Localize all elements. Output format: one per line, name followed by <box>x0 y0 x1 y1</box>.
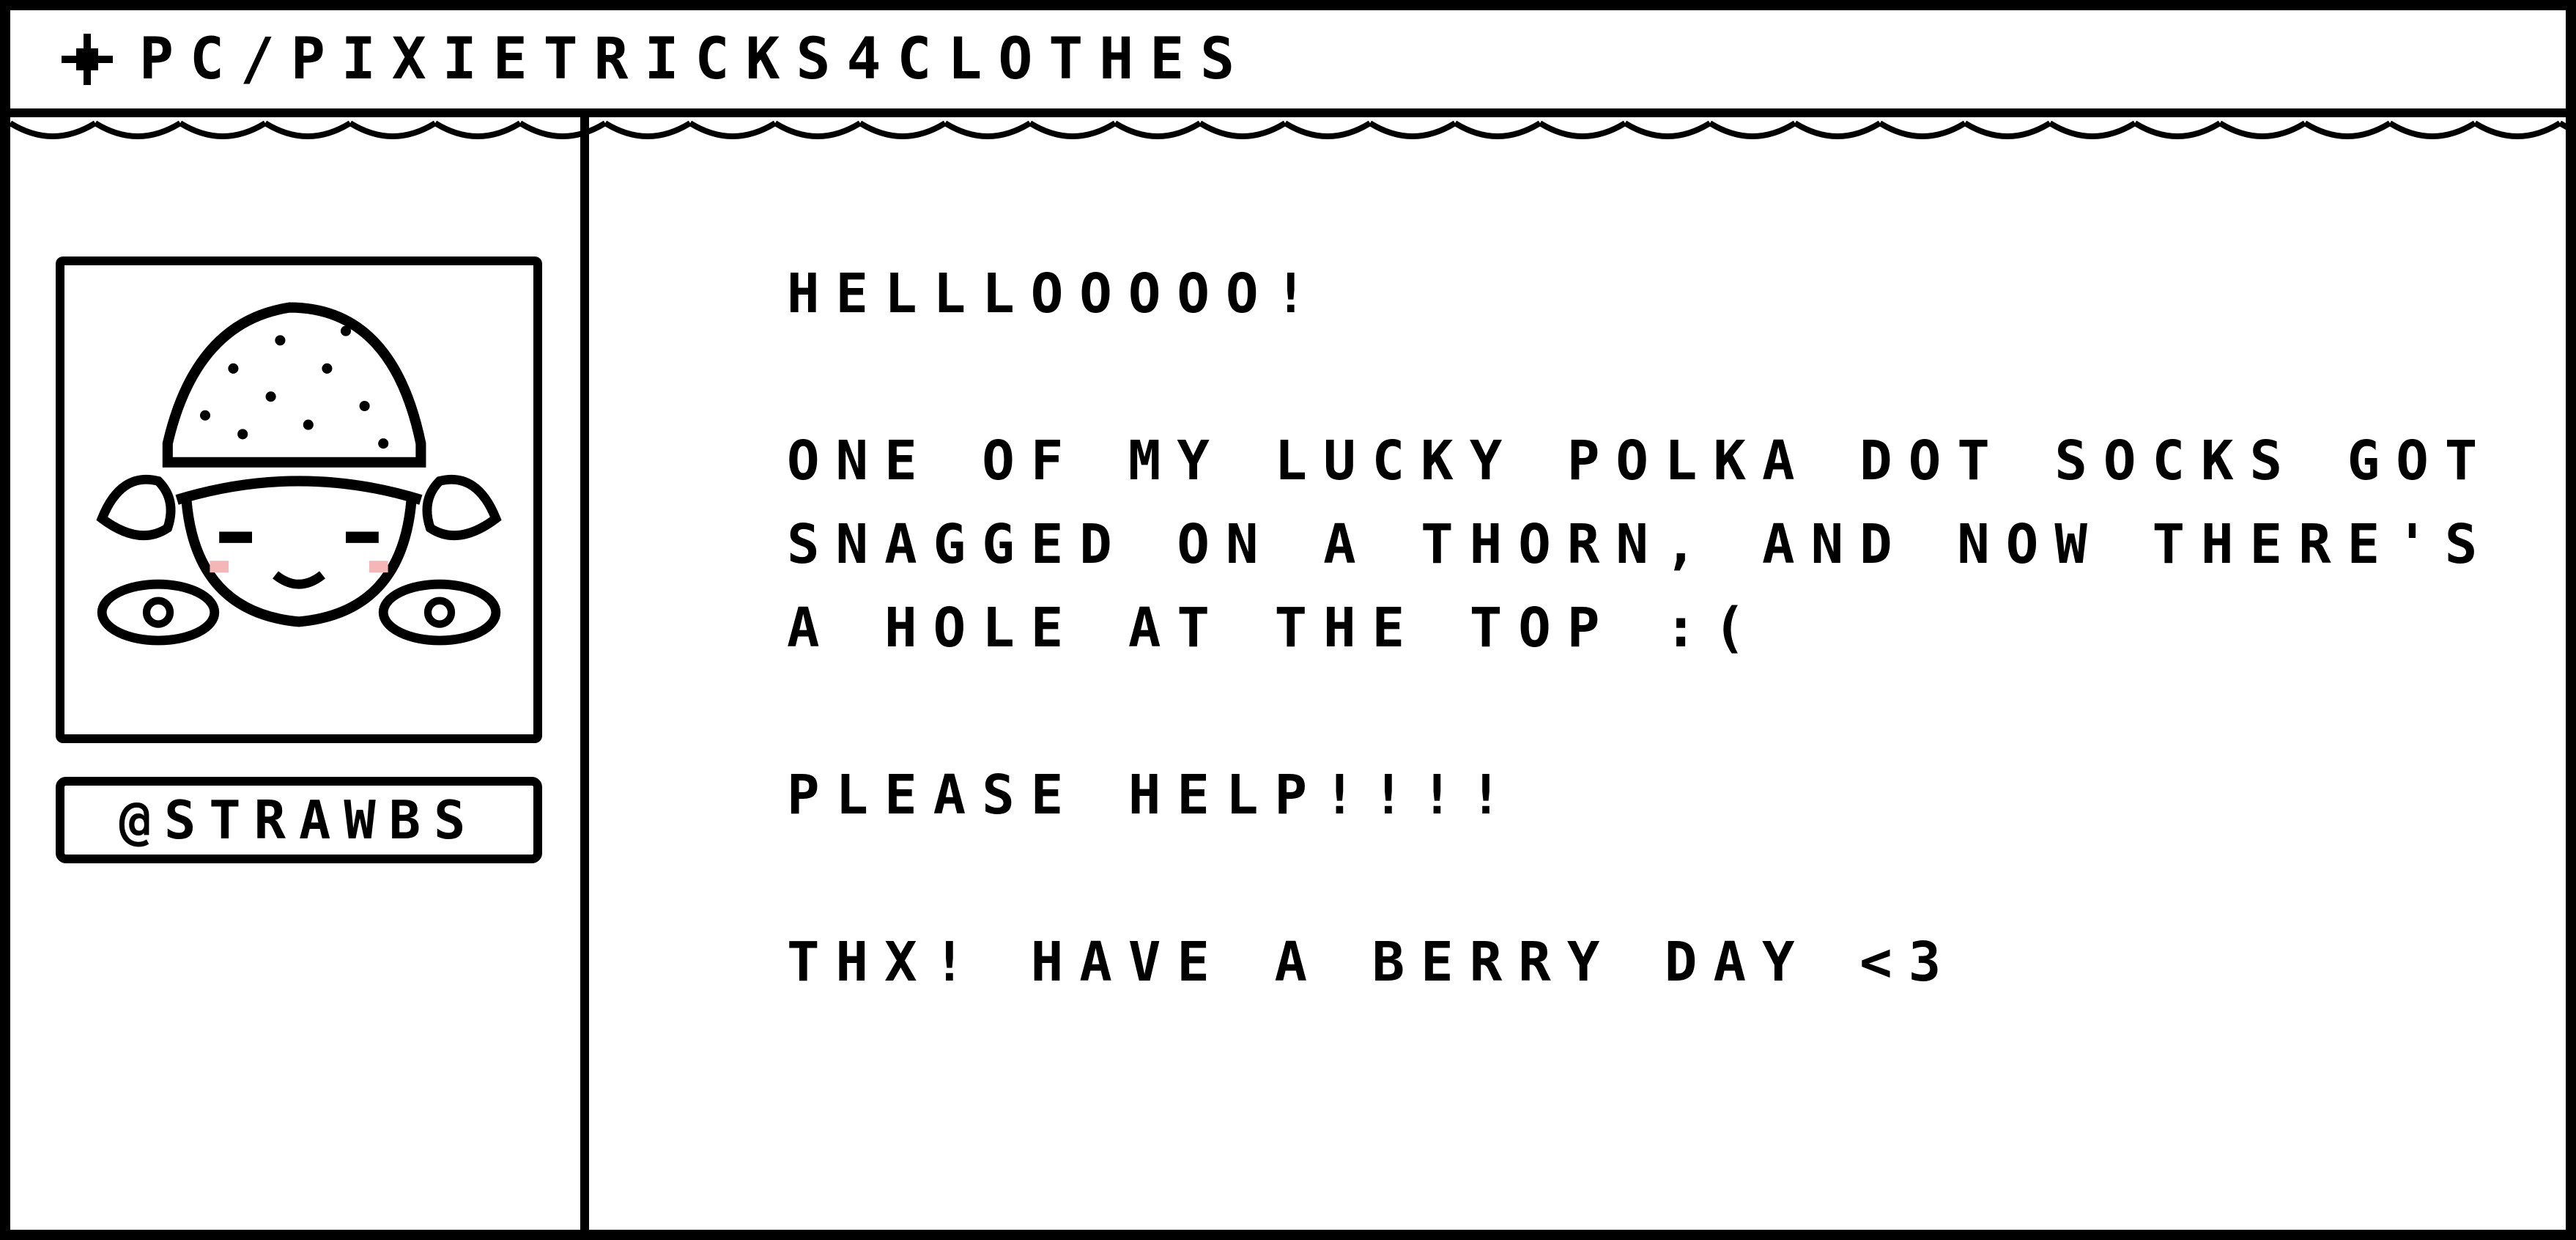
message-body: HELLLOOOOO! ONE OF MY LUCKY POLKA DOT SO… <box>787 252 2531 1088</box>
body-line: ONE OF MY LUCKY POLKA DOT SOCKS GOT <box>787 429 2494 492</box>
title-bar: PC/PIXIETRICKS4CLOTHES <box>10 10 2566 117</box>
plea-line: PLEASE HELP!!!! <box>787 753 2531 837</box>
avatar[interactable] <box>56 257 542 743</box>
message-paragraph: ONE OF MY LUCKY POLKA DOT SOCKS GOT SNAG… <box>787 419 2531 670</box>
sparkle-icon <box>62 34 113 85</box>
profile-sidebar: @STRAWBS <box>10 117 589 1240</box>
username-badge[interactable]: @STRAWBS <box>56 777 542 863</box>
plea-text: PLEASE HELP!!!! <box>787 764 1519 827</box>
greeting-text: HELLLOOOOO! <box>787 262 1324 325</box>
greeting-line: HELLLOOOOO! <box>787 252 2531 336</box>
strawberry-girl-avatar <box>96 302 502 646</box>
window-title: PC/PIXIETRICKS4CLOTHES <box>139 26 1251 92</box>
signoff-line: THX! HAVE A BERRY DAY <3 <box>787 920 2531 1004</box>
body-line: A HOLE AT THE TOP :( <box>787 597 1763 660</box>
signoff-text: THX! HAVE A BERRY DAY <3 <box>787 931 1958 994</box>
username: @STRAWBS <box>119 789 479 851</box>
body-line: SNAGGED ON A THORN, AND NOW THERE'S <box>787 513 2494 576</box>
message-window: PC/PIXIETRICKS4CLOTHES @STRAWBS HELLLOOO… <box>0 0 2576 1240</box>
